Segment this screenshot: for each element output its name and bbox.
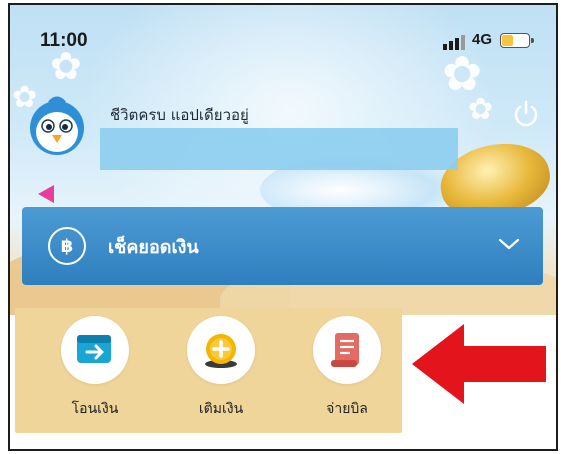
signal-icon <box>443 35 465 50</box>
redacted-user-name <box>100 128 458 170</box>
topup-coin-icon <box>187 316 255 384</box>
check-balance-label: เช็คยอดเงิน <box>108 236 199 258</box>
topup-button[interactable]: เติมเงิน <box>171 316 271 426</box>
chevron-down-icon[interactable] <box>497 235 521 253</box>
flower-decoration: ✿ <box>468 92 494 127</box>
flower-decoration: ✿ <box>50 44 82 88</box>
pay-bill-button[interactable]: จ่ายบิล <box>297 316 397 426</box>
penguin-mascot-icon[interactable] <box>28 95 86 157</box>
bill-scroll-icon <box>313 316 381 384</box>
greeting-text: ชีวิตครบ แอปเดียวอยู่ <box>110 106 249 124</box>
battery-icon <box>500 33 534 48</box>
pay-bill-label: จ่ายบิล <box>326 401 368 417</box>
baht-icon: ฿ <box>48 227 86 265</box>
annotation-arrow-icon <box>408 320 548 408</box>
flower-decoration: ✿ <box>442 46 483 102</box>
check-balance-bar[interactable]: ฿ เช็คยอดเงิน <box>22 207 543 285</box>
power-icon[interactable] <box>510 98 542 130</box>
topup-label: เติมเงิน <box>198 401 244 417</box>
transfer-card-icon <box>61 316 129 384</box>
status-time: 11:00 <box>40 30 88 51</box>
transfer-button[interactable]: โอนเงิน <box>45 316 145 426</box>
network-type: 4G <box>472 31 493 48</box>
pink-pointer-marker <box>38 185 54 203</box>
transfer-label: โอนเงิน <box>71 401 119 417</box>
